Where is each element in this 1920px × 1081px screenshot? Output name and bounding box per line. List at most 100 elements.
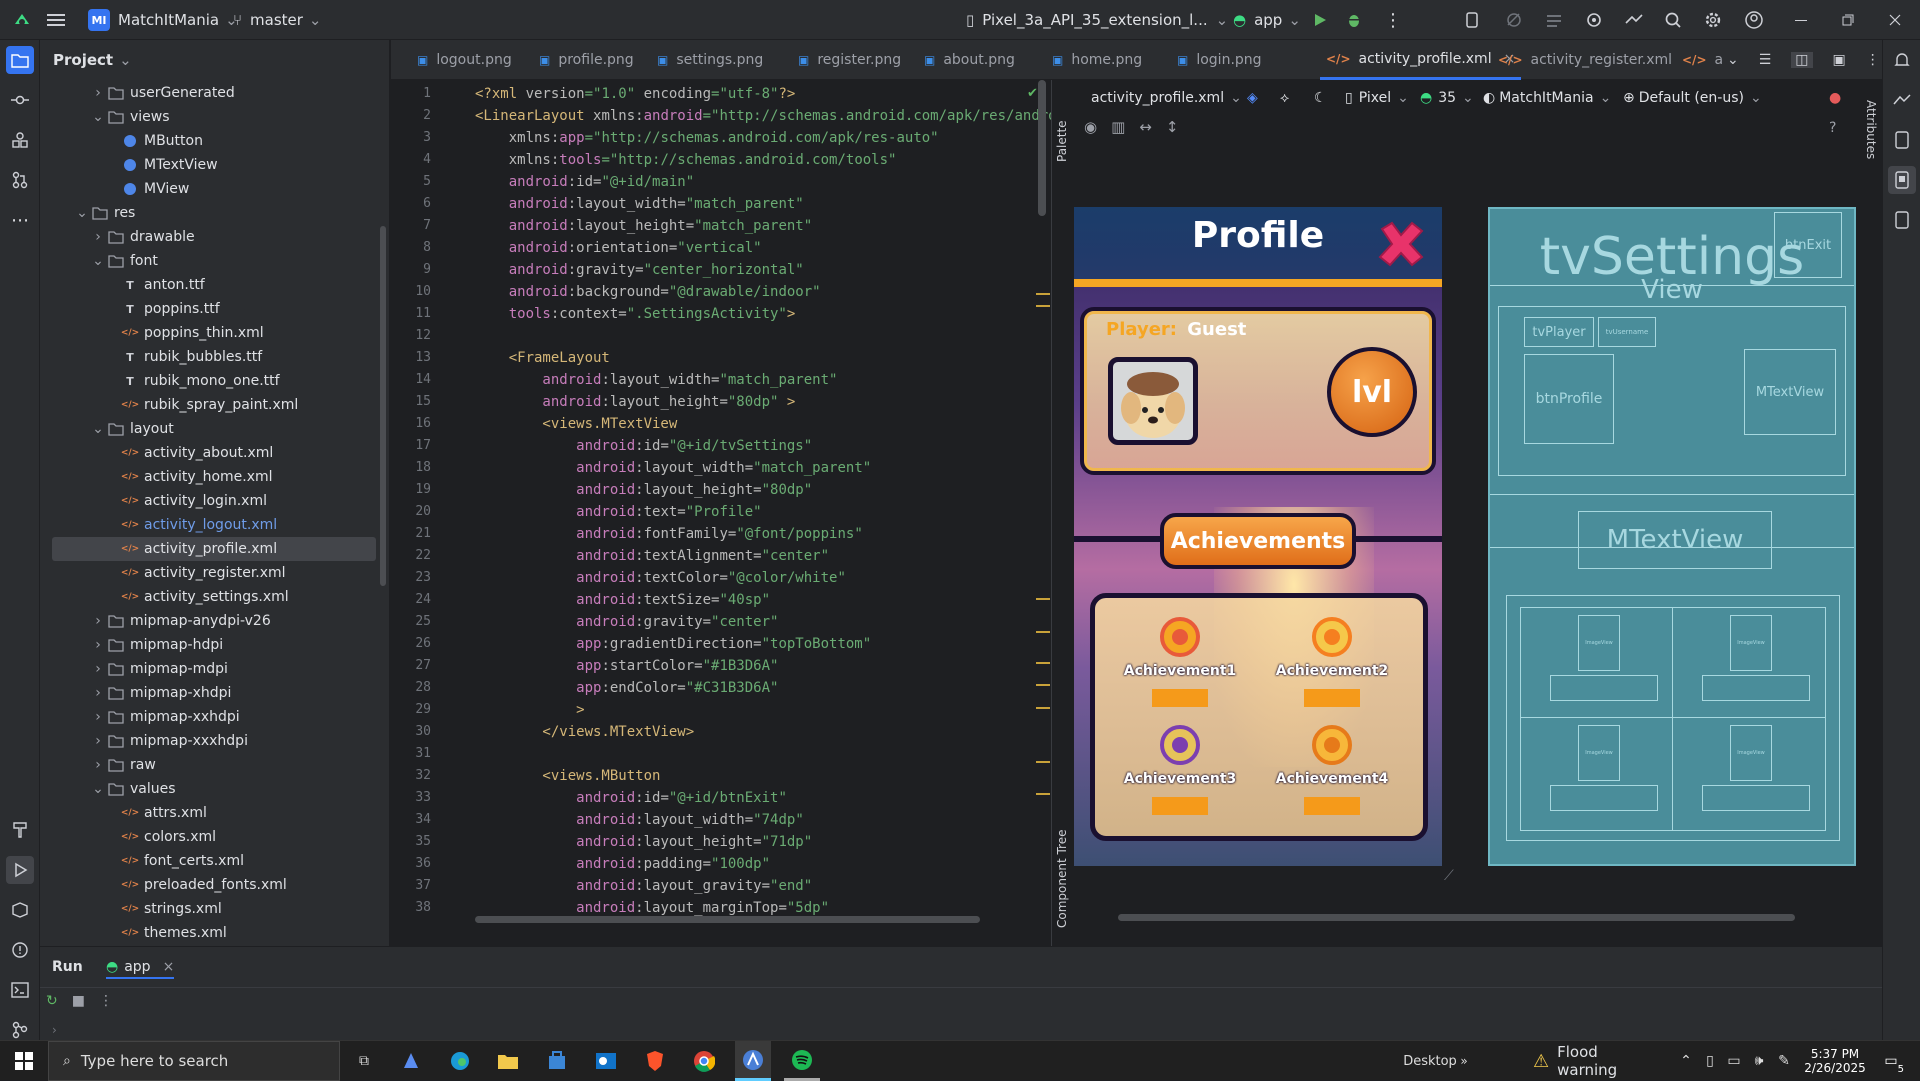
maximize-icon[interactable] [1842, 0, 1854, 40]
run-button[interactable] [1312, 0, 1328, 40]
device-selector[interactable]: ▯ Pixel_3a_API_35_extension_l... ⌄ [966, 0, 1228, 40]
chevron-right-icon[interactable]: › [90, 733, 106, 749]
desktop-toolbar[interactable]: Desktop [1400, 1041, 1460, 1081]
tab-about-png[interactable]: ▣ about.png [918, 40, 1021, 80]
android-studio-taskbar-icon[interactable] [735, 1041, 771, 1081]
code-editor[interactable]: 1 2 3 4 5 6 7 8 9 10 11 12 13 14 15 16 17 18 19 20 21 22 23 24 2… [391, 80, 1051, 946]
chevron-down-icon[interactable]: ⌄ [90, 109, 106, 125]
project-selector[interactable]: MI MatchItMania ⌄ [88, 0, 238, 40]
running-devices-icon[interactable] [1888, 166, 1916, 194]
close-icon[interactable] [1889, 0, 1901, 40]
tree-row[interactable]: › userGenerated [40, 81, 378, 105]
tabs-overflow-chevron-icon[interactable]: ⌄ [1727, 52, 1739, 68]
chevron-right-icon[interactable]: › [90, 613, 106, 629]
resource-manager-icon[interactable] [6, 126, 34, 154]
tree-row[interactable]: › mipmap-xxhdpi [40, 705, 378, 729]
tree-row[interactable]: </> themes.xml [40, 921, 378, 941]
tree-row[interactable]: </> activity_login.xml [40, 489, 378, 513]
warning-marker[interactable] [1036, 761, 1050, 763]
api-dropdown[interactable]: ◓ 35 ⌄ [1420, 80, 1474, 116]
tree-row[interactable]: ⌄ values [40, 777, 378, 801]
tab-logout-png[interactable]: ▣ logout.png [411, 40, 518, 80]
theme-dropdown[interactable]: ◐ MatchItMania ⌄ [1483, 80, 1611, 116]
error-indicator-icon[interactable]: ● [1829, 80, 1841, 116]
more-tools-icon[interactable]: ⋯ [6, 206, 34, 234]
tab-register-png[interactable]: ▣ register.png [792, 40, 907, 80]
chevron-right-icon[interactable]: › [90, 85, 106, 101]
chevron-down-icon[interactable]: ⌄ [90, 421, 106, 437]
tree-row[interactable]: › mipmap-mdpi [40, 657, 378, 681]
weather-widget[interactable]: ⚠ Flood warning [1533, 1041, 1661, 1081]
editor-vertical-scrollbar[interactable] [1038, 80, 1046, 216]
volume-icon[interactable]: 🕪 [1749, 1041, 1769, 1081]
tab-login-png[interactable]: ▣ login.png [1171, 40, 1268, 80]
warning-marker[interactable] [1036, 305, 1050, 307]
tree-row[interactable]: </> rubik_spray_paint.xml [40, 393, 378, 417]
tree-row[interactable]: </> activity_profile.xml [52, 537, 376, 561]
outlook-icon[interactable] [588, 1041, 624, 1081]
spotify-icon[interactable] [784, 1041, 820, 1081]
more-icon[interactable]: ⋮ [1866, 52, 1880, 68]
tree-row[interactable]: Tpoppins.ttf [40, 297, 378, 321]
tree-row[interactable]: </> activity_register.xml [40, 561, 378, 585]
chevron-right-icon[interactable]: › [90, 757, 106, 773]
run-tab-app[interactable]: ◓ app × [106, 959, 175, 979]
rerun-icon[interactable]: ↻ [46, 993, 58, 1009]
tree-row[interactable]: </> activity_home.xml [40, 465, 378, 489]
search-icon[interactable] [1664, 0, 1682, 40]
editor-horizontal-scrollbar[interactable] [475, 916, 980, 923]
copilot-icon[interactable] [393, 1041, 429, 1081]
edge-icon[interactable] [442, 1041, 478, 1081]
tree-row[interactable]: › mipmap-xxxhdpi [40, 729, 378, 753]
device-dropdown[interactable]: ▯ Pixel ⌄ [1345, 80, 1409, 116]
tree-row[interactable]: </> activity_logout.xml [40, 513, 378, 537]
device-manager-icon[interactable] [1464, 0, 1482, 40]
run-panel-title[interactable]: Run [52, 959, 83, 975]
phone-preview[interactable]: Profile Player: Guest lvl Achievements A… [1074, 207, 1442, 866]
tab-profile-png[interactable]: ▣ profile.png [533, 40, 640, 80]
exit-button[interactable] [1374, 217, 1428, 271]
warning-marker[interactable] [1036, 631, 1050, 633]
tab-home-png[interactable]: ▣ home.png [1046, 40, 1148, 80]
eye-icon[interactable]: ◉ [1084, 118, 1097, 136]
code-view-icon[interactable]: ☰ [1759, 52, 1772, 68]
tree-row[interactable]: Tanton.ttf [40, 273, 378, 297]
tree-row[interactable]: MView [40, 177, 378, 201]
tree-row[interactable]: </> colors.xml [40, 825, 378, 849]
tree-row[interactable]: MTextView [40, 153, 378, 177]
task-view-icon[interactable]: ⧉ [346, 1041, 382, 1081]
sync-icon[interactable] [1545, 0, 1563, 40]
warning-marker[interactable] [1036, 707, 1050, 709]
blueprint-mode-icon[interactable]: ⟡ [1280, 80, 1289, 116]
file-explorer-icon[interactable] [490, 1041, 526, 1081]
tree-row[interactable]: </> attrs.xml [40, 801, 378, 825]
warning-marker[interactable] [1036, 684, 1050, 686]
tree-row[interactable]: › drawable [40, 225, 378, 249]
warning-marker[interactable] [1036, 662, 1050, 664]
more-actions-icon[interactable]: ⋮ [1384, 0, 1402, 40]
locale-dropdown[interactable]: ⊕ Default (en-us) ⌄ [1623, 80, 1762, 116]
run-config-selector[interactable]: ◓ app ⌄ [1233, 0, 1301, 40]
notification-center[interactable]: ▭ 5 [1876, 1041, 1906, 1081]
tree-row[interactable]: </> activity_settings.xml [40, 585, 378, 609]
resize-handle-icon[interactable]: ⟋ [1444, 868, 1454, 884]
taskbar-search[interactable]: ⌕ Type here to search [48, 1041, 340, 1081]
tree-row[interactable]: </> preloaded_fonts.xml [40, 873, 378, 897]
device-explorer-icon[interactable] [1888, 126, 1916, 154]
chevron-down-icon[interactable]: ⌄ [90, 253, 106, 269]
tree-row[interactable]: </> font_certs.xml [40, 849, 378, 873]
hidden-icons-chevron-icon[interactable]: ⌃ [1677, 1041, 1695, 1081]
tree-row[interactable]: ⌄ views [40, 105, 378, 129]
tree-row[interactable]: › mipmap-anydpi-v26 [40, 609, 378, 633]
night-mode-icon[interactable]: ☾ [1314, 80, 1327, 116]
more-icon[interactable]: ⋮ [99, 993, 113, 1009]
branch-selector[interactable]: ⑂ master ⌄ [233, 0, 322, 40]
columns-icon[interactable]: ▥ [1111, 118, 1125, 136]
tab-activity-register-xml[interactable]: </> activity_register.xml [1492, 40, 1678, 80]
tree-row[interactable]: › mipmap-xhdpi [40, 681, 378, 705]
tab-a[interactable]: </> a [1676, 40, 1729, 80]
store-icon[interactable] [539, 1041, 575, 1081]
tab-settings-png[interactable]: ▣ settings.png [651, 40, 769, 80]
pull-requests-icon[interactable] [6, 166, 34, 194]
tree-row[interactable]: › mipmap-hdpi [40, 633, 378, 657]
